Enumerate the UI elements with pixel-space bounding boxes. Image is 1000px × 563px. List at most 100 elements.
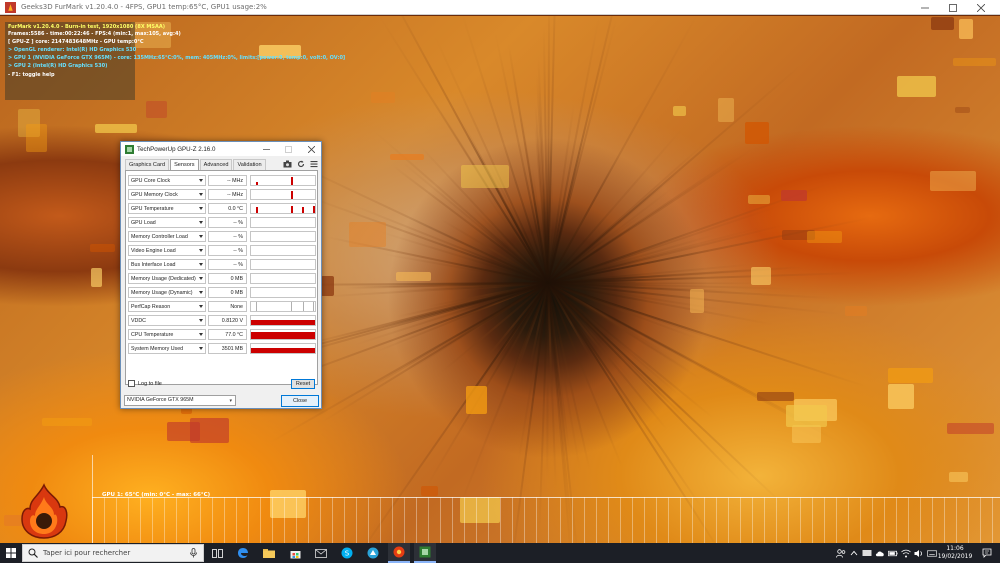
taskbar-search-box[interactable]: Taper ici pour rechercher — [22, 544, 204, 562]
people-button[interactable] — [836, 548, 846, 558]
sensor-name-select[interactable]: Memory Controller Load — [128, 231, 206, 242]
fur-patch — [460, 164, 509, 188]
refresh-icon — [297, 160, 304, 167]
fur-patch — [781, 189, 807, 202]
notification-icon[interactable] — [982, 548, 992, 558]
battery-button[interactable] — [888, 548, 898, 558]
sensor-graph — [250, 301, 316, 312]
tab-validation[interactable]: Validation — [233, 159, 266, 170]
fur-patch — [785, 405, 828, 427]
sensor-name-select[interactable]: Bus Interface Load — [128, 259, 206, 270]
sensor-name-select[interactable]: Memory Usage (Dedicated) — [128, 273, 206, 284]
temperature-graph — [92, 497, 1000, 543]
gpuz-toolbar — [283, 159, 318, 168]
sensor-name-label: CPU Temperature — [131, 332, 174, 338]
sensor-name-select[interactable]: Video Engine Load — [128, 245, 206, 256]
fur-patch — [745, 122, 769, 144]
log-to-file-checkbox[interactable] — [128, 380, 135, 387]
sensor-graph — [250, 231, 316, 242]
chevron-up-icon — [850, 550, 858, 556]
sensor-name-select[interactable]: Memory Usage (Dynamic) — [128, 287, 206, 298]
taskbar-app-file-explorer[interactable] — [258, 543, 280, 563]
sensor-name-select[interactable]: CPU Temperature — [128, 329, 206, 340]
volume-button[interactable] — [914, 548, 924, 558]
furmark-app-icon — [5, 1, 16, 13]
sensor-name-label: Memory Usage (Dedicated) — [131, 276, 196, 282]
sensor-row: GPU Memory Clock -- MHz — [128, 189, 316, 201]
window-titlebar[interactable]: Geeks3D FurMark v1.20.4.0 - 4FPS, GPU1 t… — [0, 0, 1000, 15]
fur-patch — [756, 391, 795, 401]
refresh-button[interactable] — [296, 159, 305, 168]
furmark-info-line: > OpenGL renderer: Intel(R) HD Graphics … — [8, 47, 137, 53]
sensor-graph — [250, 245, 316, 256]
sensor-row: Bus Interface Load -- % — [128, 259, 316, 271]
sensor-graph — [250, 175, 316, 186]
screenshot-button[interactable] — [283, 159, 292, 168]
sensor-name-select[interactable]: VDDC — [128, 315, 206, 326]
taskbar-app-gpuz[interactable] — [414, 543, 436, 563]
start-button[interactable] — [0, 543, 22, 563]
fur-patch — [466, 385, 488, 414]
search-placeholder: Taper ici pour rechercher — [43, 549, 131, 557]
sensor-name-select[interactable]: System Memory Used — [128, 343, 206, 354]
minimize-icon — [262, 148, 270, 150]
taskbar-app-mail[interactable] — [310, 543, 332, 563]
people-icon — [836, 548, 846, 558]
sensor-value: -- MHz — [208, 175, 247, 186]
task-view-button[interactable] — [206, 543, 228, 563]
taskbar-app-skype[interactable]: S — [336, 543, 358, 563]
tab-graphics-card[interactable]: Graphics Card — [125, 159, 170, 170]
sensor-name-select[interactable]: GPU Core Clock — [128, 175, 206, 186]
taskbar-clock[interactable]: 11:06 19/02/2019 — [932, 545, 978, 561]
fur-patch — [349, 221, 386, 248]
gpuz-minimize-button[interactable] — [259, 143, 273, 155]
file-explorer-icon — [263, 549, 275, 558]
sensor-name-label: PerfCap Reason — [131, 304, 171, 310]
sensor-name-select[interactable]: GPU Memory Clock — [128, 189, 206, 200]
graph-spike — [256, 207, 258, 213]
close-button[interactable]: Close — [281, 395, 319, 407]
show-hidden-icons-button[interactable] — [849, 548, 859, 558]
chevron-down-icon — [199, 179, 203, 182]
maximize-icon — [284, 145, 292, 153]
gpuz-titlebar[interactable]: TechPowerUp GPU-Z 2.16.0 — [121, 142, 321, 156]
sensor-name-select[interactable]: GPU Temperature — [128, 203, 206, 214]
menu-button[interactable] — [309, 159, 318, 168]
gpuz-close-window-button[interactable] — [304, 143, 318, 155]
sensor-value: 77.0 °C — [208, 329, 247, 340]
taskbar-app-edge[interactable] — [232, 543, 254, 563]
network-button[interactable] — [901, 548, 911, 558]
fur-patch — [89, 244, 115, 253]
sensor-row: PerfCap Reason None — [128, 301, 316, 313]
minimize-button[interactable] — [912, 0, 937, 15]
sensor-row: Memory Usage (Dedicated) 0 MB — [128, 273, 316, 285]
taskbar-app-furmark[interactable] — [388, 543, 410, 563]
reset-button[interactable]: Reset — [291, 379, 315, 389]
tray-app-button[interactable] — [862, 548, 872, 558]
gpu-select-dropdown[interactable]: NVIDIA GeForce GTX 965M ▾ — [124, 395, 236, 406]
fur-patch — [955, 106, 971, 113]
close-icon — [307, 145, 315, 153]
taskbar-app-blue[interactable] — [362, 543, 384, 563]
sensor-name-label: GPU Load — [131, 220, 156, 226]
network-icon — [901, 549, 911, 557]
sensor-name-label: GPU Core Clock — [131, 178, 171, 184]
onedrive-button[interactable] — [875, 548, 885, 558]
microphone-icon[interactable] — [189, 548, 198, 558]
taskbar-app-store[interactable] — [284, 543, 306, 563]
sensor-name-label: GPU Temperature — [131, 206, 174, 212]
maximize-button[interactable] — [940, 0, 965, 15]
fur-patch — [845, 306, 867, 316]
fur-patch — [321, 276, 335, 296]
fur-patch — [395, 271, 431, 281]
sensor-row: GPU Temperature 0.0 °C — [128, 203, 316, 215]
close-icon — [976, 3, 985, 12]
fur-patch — [953, 58, 997, 66]
tab-advanced[interactable]: Advanced — [199, 159, 233, 170]
sensor-value: -- % — [208, 259, 247, 270]
sensor-name-select[interactable]: PerfCap Reason — [128, 301, 206, 312]
sensor-name-select[interactable]: GPU Load — [128, 217, 206, 228]
close-window-button[interactable] — [968, 0, 993, 15]
graph-spike — [313, 302, 314, 311]
task-view-icon — [211, 548, 223, 558]
